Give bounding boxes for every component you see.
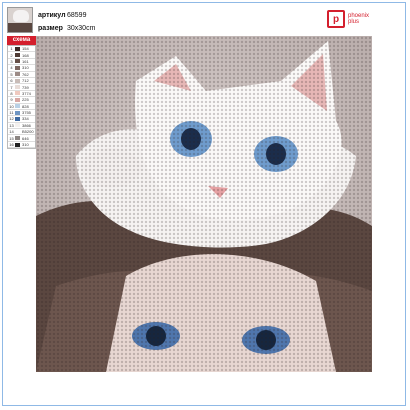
legend-number: 2 <box>10 52 13 58</box>
legend-code: 225 <box>22 97 29 103</box>
size-value: 30x30cm <box>67 25 96 32</box>
brand-logo: p phoenix plus <box>327 9 395 29</box>
legend-number: 7 <box>10 84 13 90</box>
legend-swatch <box>15 91 20 96</box>
legend-number: 6 <box>10 78 13 84</box>
legend-number: 3 <box>10 58 13 64</box>
schema-title: схема <box>7 36 36 45</box>
legend-code: 3774 <box>22 90 31 96</box>
legend-number: 14 <box>9 129 14 135</box>
legend-code: 154 <box>22 46 29 52</box>
article-label: артикул <box>38 12 66 19</box>
logo-mark: p <box>327 10 345 28</box>
legend-swatch <box>15 78 20 83</box>
legend-code: 168 <box>22 52 29 58</box>
legend-code: 334 <box>22 116 29 122</box>
legend-number: 10 <box>9 103 14 109</box>
thumbnail-cat <box>13 10 29 22</box>
legend-number: 9 <box>10 97 13 103</box>
legend-number: 8 <box>10 90 13 96</box>
legend-code: 3755 <box>22 110 31 116</box>
legend-swatch <box>15 116 20 121</box>
color-legend: 1 154 2 168 3 161 4 310 5 762 6 712 7 739 8 3774 9 225 10 8… <box>7 45 36 150</box>
legend-swatch <box>15 123 20 128</box>
legend-swatch <box>15 53 20 58</box>
legend-swatch <box>15 85 20 90</box>
legend-swatch <box>15 129 20 134</box>
legend-code: B5200 <box>22 129 34 135</box>
logo-text: phoenix plus <box>348 13 369 25</box>
legend-swatch <box>15 65 20 70</box>
legend-code: 646 <box>22 135 29 141</box>
legend-code: 3866 <box>22 122 31 128</box>
legend-swatch <box>15 110 20 115</box>
legend-number: 5 <box>10 71 13 77</box>
legend-number: 11 <box>9 110 14 116</box>
legend-swatch <box>15 104 20 109</box>
preview-thumbnail[interactable] <box>7 7 33 33</box>
legend-swatch <box>15 136 20 141</box>
legend-code: 310 <box>22 142 29 148</box>
legend-swatch <box>15 46 20 51</box>
legend-code: 739 <box>22 84 29 90</box>
preview-image <box>36 36 372 372</box>
legend-number: 12 <box>9 116 14 122</box>
legend-number: 4 <box>10 65 13 71</box>
legend-swatch <box>15 59 20 64</box>
legend-number: 1 <box>10 46 13 52</box>
logo-line-2: plus <box>348 19 360 25</box>
legend-code: 310 <box>22 65 29 71</box>
article-value: 68599 <box>67 12 87 19</box>
legend-swatch <box>15 72 20 77</box>
legend-row: 16 310 <box>8 142 35 149</box>
legend-number: 13 <box>9 122 14 128</box>
legend-swatch <box>15 142 20 147</box>
legend-code: 712 <box>22 78 29 84</box>
legend-swatch <box>15 97 20 102</box>
diamond-painting-preview <box>36 36 372 372</box>
legend-number: 16 <box>9 142 14 148</box>
thumbnail-hair <box>8 23 32 32</box>
legend-code: 762 <box>22 71 29 77</box>
size-label: размер <box>38 25 63 32</box>
legend-code: 828 <box>22 103 29 109</box>
legend-number: 15 <box>9 135 14 141</box>
legend-code: 161 <box>22 58 29 64</box>
product-meta: артикул68599 размер 30x30cm <box>38 9 95 35</box>
